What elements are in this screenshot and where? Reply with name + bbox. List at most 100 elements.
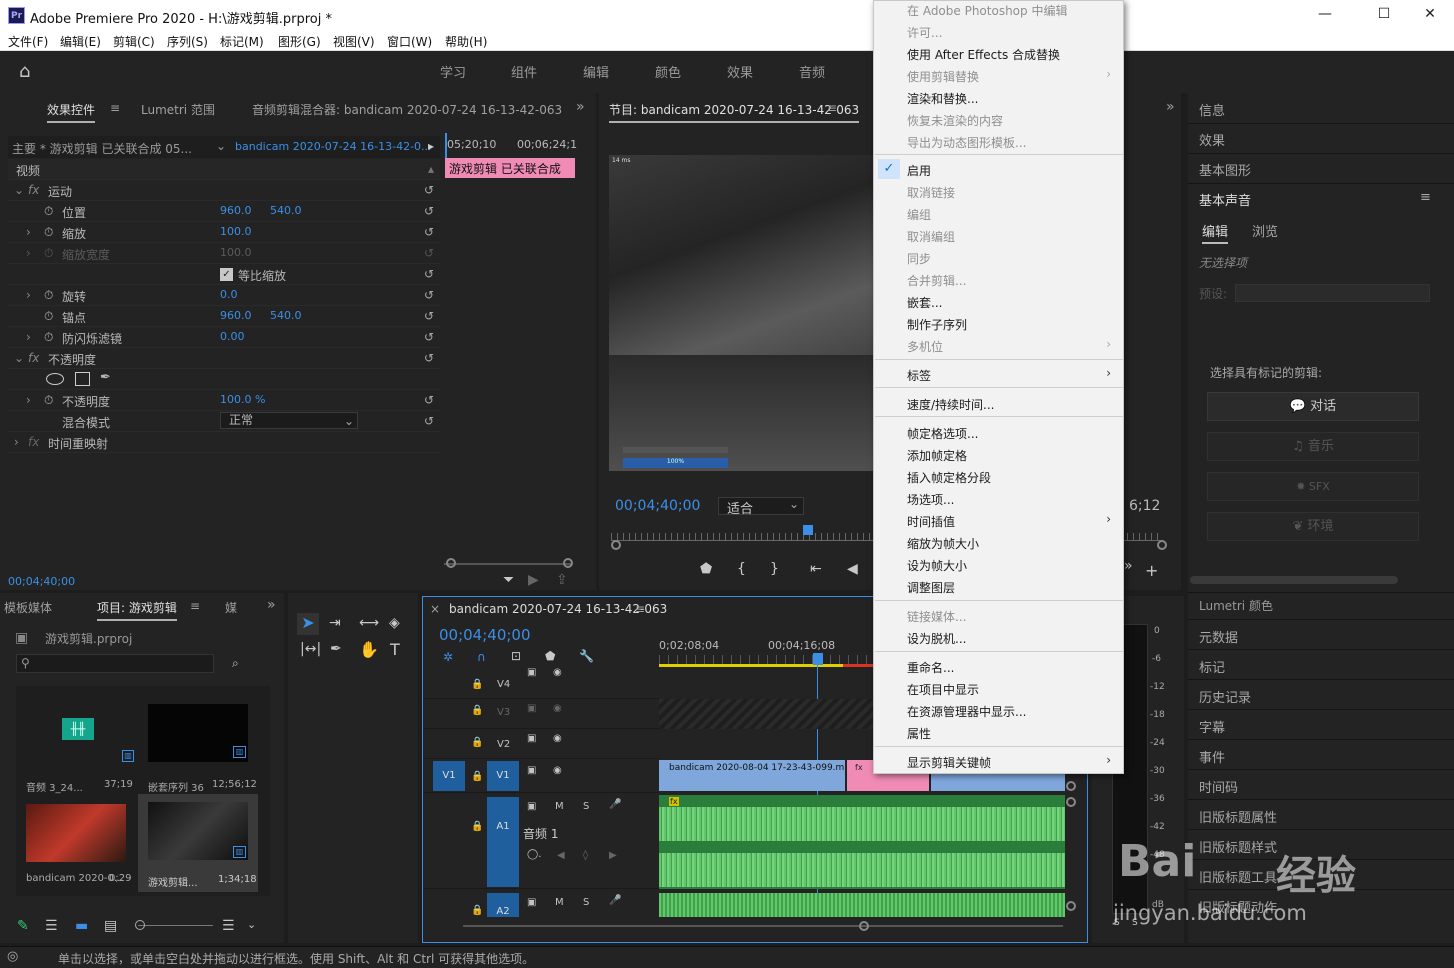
chevron-down-icon[interactable]: ⌄ (216, 139, 226, 153)
pen-mask-icon[interactable]: ✒ (100, 370, 111, 385)
ctx-menu-item[interactable]: 取消编组 (907, 228, 955, 245)
add-button-icon[interactable]: + (1145, 561, 1158, 580)
chevron-down-icon[interactable]: ⌄ (344, 414, 354, 428)
mute-button[interactable]: M (555, 801, 564, 812)
project-thumb-audio[interactable]: ╫╫ ▥ (26, 704, 136, 776)
fx-motion-row[interactable]: ⌄ fx 运动 ↺ (8, 180, 440, 201)
panel-legacy-title-styles[interactable]: 旧版标题样式 (1199, 837, 1277, 856)
sfx-button[interactable]: ✸ SFX (1207, 472, 1419, 501)
ctx-menu-item[interactable]: 设为脱机... (907, 630, 966, 647)
ec-zoom-scrollbar[interactable] (444, 563, 572, 565)
panel-markers[interactable]: 标记 (1199, 657, 1225, 676)
tab-media[interactable]: 媒 (225, 599, 237, 616)
menu-help[interactable]: 帮助(H) (445, 33, 487, 50)
panel-overflow-icon[interactable]: » (267, 597, 276, 613)
sync-lock-icon[interactable]: ▣ (527, 765, 536, 776)
ctx-menu-item[interactable]: 启用 (907, 162, 931, 179)
time-remap-row[interactable]: › fx 时间重映射 (8, 432, 440, 453)
panel-overflow-icon[interactable]: » (1166, 99, 1175, 115)
workspace-effects[interactable]: 效果 (727, 62, 753, 81)
next-keyframe-icon[interactable]: ▶ (609, 850, 617, 861)
timeline-playhead-handle[interactable] (813, 653, 823, 665)
chevron-down-icon[interactable]: ⌄ (14, 351, 24, 365)
ctx-menu-item[interactable]: 制作子序列 (907, 316, 967, 333)
stopwatch-icon[interactable]: ⏱ (44, 204, 53, 219)
lock-icon[interactable]: 🔒 (471, 679, 483, 690)
menu-window[interactable]: 窗口(W) (387, 33, 432, 50)
ctx-menu-item[interactable]: 场选项... (907, 491, 954, 508)
stopwatch-icon[interactable]: ⏱ (44, 225, 53, 240)
ctx-menu-item[interactable]: 帧定格选项... (907, 425, 978, 442)
sync-lock-icon[interactable]: ▣ (527, 733, 536, 744)
program-zoom-left[interactable] (611, 540, 621, 550)
sync-lock-icon[interactable]: ▣ (527, 703, 536, 714)
type-tool-icon[interactable]: T (390, 640, 400, 659)
position-x-value[interactable]: 960.0 (220, 204, 252, 217)
rect-mask-icon[interactable] (75, 372, 90, 386)
program-playhead[interactable] (803, 525, 813, 535)
anchor-x-value[interactable]: 960.0 (220, 309, 252, 322)
play-only-icon[interactable]: ▸ (428, 139, 434, 153)
microphone-icon[interactable]: 🎤 (609, 895, 621, 906)
program-video-frame[interactable]: 14 ms 100% (609, 155, 873, 471)
anchor-y-value[interactable]: 540.0 (270, 309, 302, 322)
program-timecode[interactable]: 00;04;40;00 (615, 498, 700, 514)
fx-opacity-row[interactable]: ⌄ fx 不透明度 ↺ (8, 348, 440, 369)
chevron-down-icon[interactable]: ⌄ (247, 918, 256, 931)
hand-tool-icon[interactable]: ✋ (359, 640, 379, 659)
sync-lock-icon[interactable]: ▣ (527, 801, 536, 812)
ctx-menu-item[interactable]: 速度/持续时间... (907, 396, 995, 413)
ctx-menu-item[interactable]: 合并剪辑... (907, 272, 966, 289)
freeform-view-icon[interactable]: ▤ (104, 918, 117, 934)
source-v1-patch[interactable]: V1 (433, 761, 465, 791)
panel-captions[interactable]: 字幕 (1199, 717, 1225, 736)
pencil-icon[interactable]: ✎ (17, 918, 29, 934)
blend-mode-select[interactable]: 正常 (220, 412, 358, 429)
reset-icon[interactable]: ↺ (424, 351, 434, 365)
panel-essential-sound[interactable]: 基本声音 (1199, 190, 1251, 209)
ambience-button[interactable]: ❦ 环境 (1207, 512, 1419, 541)
track-v1-label[interactable]: V1 (487, 761, 519, 791)
tab-lumetri-scopes[interactable]: Lumetri 范围 (141, 101, 215, 118)
panel-timecode[interactable]: 时间码 (1199, 777, 1238, 796)
tab-sound-browse[interactable]: 浏览 (1252, 221, 1278, 240)
sort-icon[interactable]: ☰ (222, 918, 235, 934)
filter-icon[interactable]: ⏷ (503, 572, 514, 588)
right-scrollbar[interactable] (1190, 576, 1398, 584)
panel-history[interactable]: 历史记录 (1199, 687, 1251, 706)
ctx-menu-item[interactable]: 缩放为帧大小 (907, 535, 979, 552)
new-bin-icon[interactable]: ⌕ (232, 656, 239, 671)
project-search-input[interactable]: ⚲ (16, 654, 214, 673)
ctx-menu-item[interactable]: 在项目中显示 (907, 681, 979, 698)
panel-menu-icon[interactable]: ≡ (635, 602, 645, 616)
chevron-down-icon[interactable]: ⌄ (14, 183, 24, 197)
ctx-menu-item[interactable]: 同步 (907, 250, 931, 267)
microphone-icon[interactable]: 🎤 (609, 799, 621, 810)
reset-icon[interactable]: ↺ (424, 330, 434, 344)
ctx-menu-item[interactable]: 多机位 (907, 338, 943, 355)
menu-clip[interactable]: 剪辑(C) (113, 33, 155, 50)
tab-effect-controls[interactable]: 效果控件 (47, 101, 96, 123)
step-back-icon[interactable]: ◀ (847, 561, 858, 577)
sync-lock-icon[interactable]: ▣ (527, 897, 536, 908)
ctx-menu-item[interactable]: 恢复未渲染的内容 (907, 112, 1003, 129)
project-thumb-video[interactable] (26, 804, 126, 862)
ctx-menu-item[interactable]: 许可... (907, 24, 942, 41)
ctx-menu-item[interactable]: 取消链接 (907, 184, 955, 201)
ec-clip-bar[interactable]: 游戏剪辑 已关联合成 (445, 158, 575, 178)
timeline-timecode[interactable]: 00;04;40;00 (439, 626, 531, 644)
workspace-color[interactable]: 颜色 (655, 62, 681, 81)
ellipse-mask-icon[interactable] (46, 373, 64, 385)
chevron-right-icon[interactable]: › (26, 330, 31, 344)
chevron-right-icon[interactable]: › (26, 288, 31, 302)
sync-lock-icon[interactable]: ▣ (527, 667, 536, 678)
timeline-v-handle-2[interactable] (1066, 797, 1076, 807)
ctx-menu-item[interactable]: 使用剪辑替换 (907, 68, 979, 85)
ctx-menu-item[interactable]: 导出为动态图形模板... (907, 134, 1026, 151)
panel-menu-icon[interactable]: ≡ (190, 599, 200, 613)
a2-audio-clip[interactable] (659, 893, 1065, 917)
reset-icon[interactable]: ↺ (424, 393, 434, 407)
dialogue-button[interactable]: 💬 对话 (1207, 392, 1419, 421)
chevron-right-icon[interactable]: › (26, 225, 31, 239)
tab-sound-edit[interactable]: 编辑 (1202, 221, 1229, 244)
